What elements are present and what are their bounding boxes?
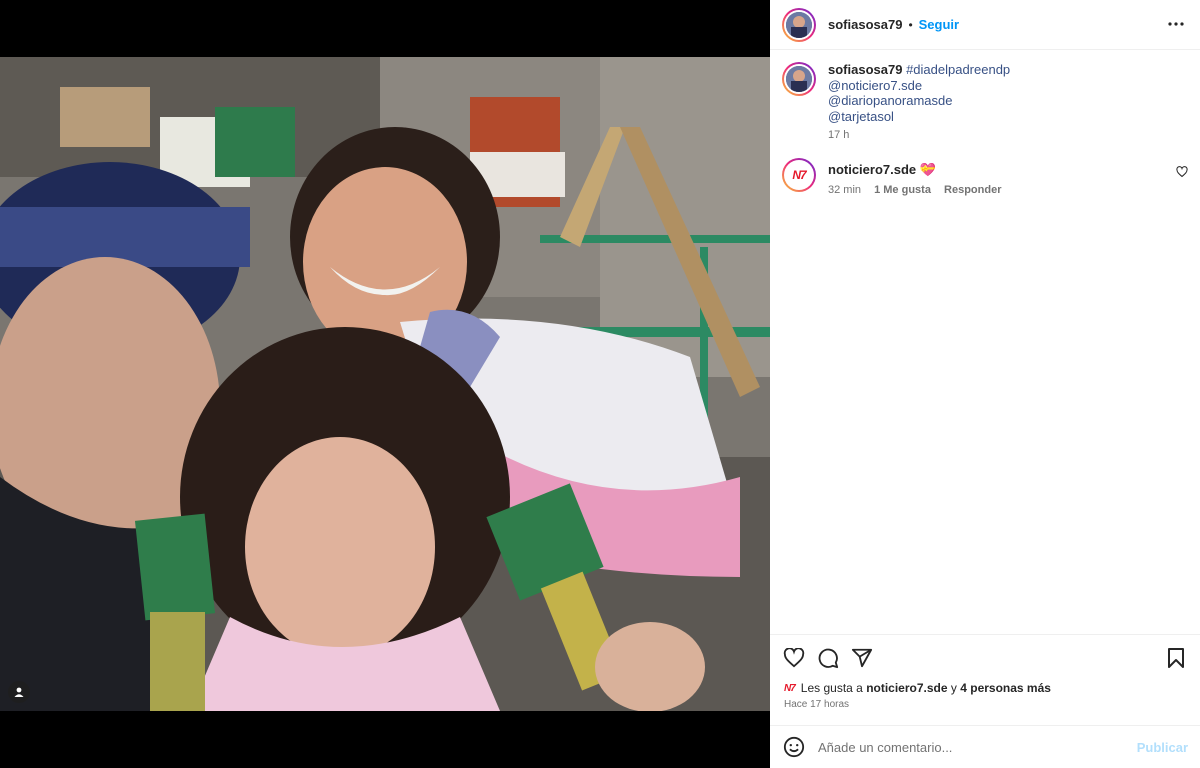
more-options-icon[interactable] [1166,14,1186,34]
person-icon [14,687,24,697]
liker-username[interactable]: noticiero7.sde [866,681,947,695]
likes-middle: y [950,681,957,695]
likes-prefix: Les gusta a [800,681,863,695]
emoji-icon[interactable] [782,735,806,759]
caption-username[interactable]: sofiasosa79 [828,62,902,77]
comment-item: N7 noticiero7.sde 💝 32 min 1 Me gusta Re… [770,144,1200,196]
share-paper-plane-icon[interactable] [850,646,874,670]
post-age: Hace 17 horas [784,699,850,710]
add-comment-bar: Publicar [770,725,1200,768]
comment-likes-count[interactable]: 1 Me gusta [874,184,931,196]
likes-summary: N7 Les gusta a noticiero7.sde y 4 person… [770,681,1200,695]
author-avatar[interactable] [782,7,816,42]
comment-text: 💝 [919,161,936,177]
caption-text: sofiasosa79 #diadelpadreendp @noticiero7… [828,62,1010,144]
follow-button[interactable]: Seguir [919,17,959,32]
author-username[interactable]: sofiasosa79 [828,17,902,32]
liker-avatar: N7 [784,682,796,694]
post-photo[interactable] [0,57,770,711]
separator-dot: • [908,17,913,32]
caption-timestamp: 17 h [828,129,850,141]
caption-mention[interactable]: @tarjetasol [828,109,1010,125]
post-header: sofiasosa79 • Seguir [770,0,1200,50]
comment-input[interactable] [818,739,1128,755]
like-comment-heart-icon[interactable] [1176,165,1188,178]
post-caption: sofiasosa79 #diadelpadreendp @noticiero7… [770,50,1200,144]
save-bookmark-icon[interactable] [1164,646,1188,670]
post-actions: N7 Les gusta a noticiero7.sde y 4 person… [770,634,1200,710]
commenter-avatar[interactable]: N7 [782,157,816,192]
caption-mention[interactable]: @diariopanoramasde [828,93,1010,109]
commenter-username[interactable]: noticiero7.sde [828,162,916,177]
post-side-panel: sofiasosa79 • Seguir sofiasosa79 #diadel… [770,0,1200,768]
like-heart-icon[interactable] [782,646,806,670]
comment-bubble-icon[interactable] [816,646,840,670]
instagram-post-view: sofiasosa79 • Seguir sofiasosa79 #diadel… [0,0,1200,768]
reply-button[interactable]: Responder [944,184,1001,196]
n7-logo: N7 [792,167,806,182]
tagged-people-button[interactable] [8,681,30,703]
post-media-area [0,0,770,768]
caption-author-avatar[interactable] [782,62,816,96]
publish-button[interactable]: Publicar [1137,740,1188,755]
comment-timestamp: 32 min [828,183,862,196]
caption-mention[interactable]: @noticiero7.sde [828,78,1010,94]
others-likes-link[interactable]: 4 personas más [960,681,1051,695]
caption-hashtag[interactable]: #diadelpadreendp [906,62,1010,77]
